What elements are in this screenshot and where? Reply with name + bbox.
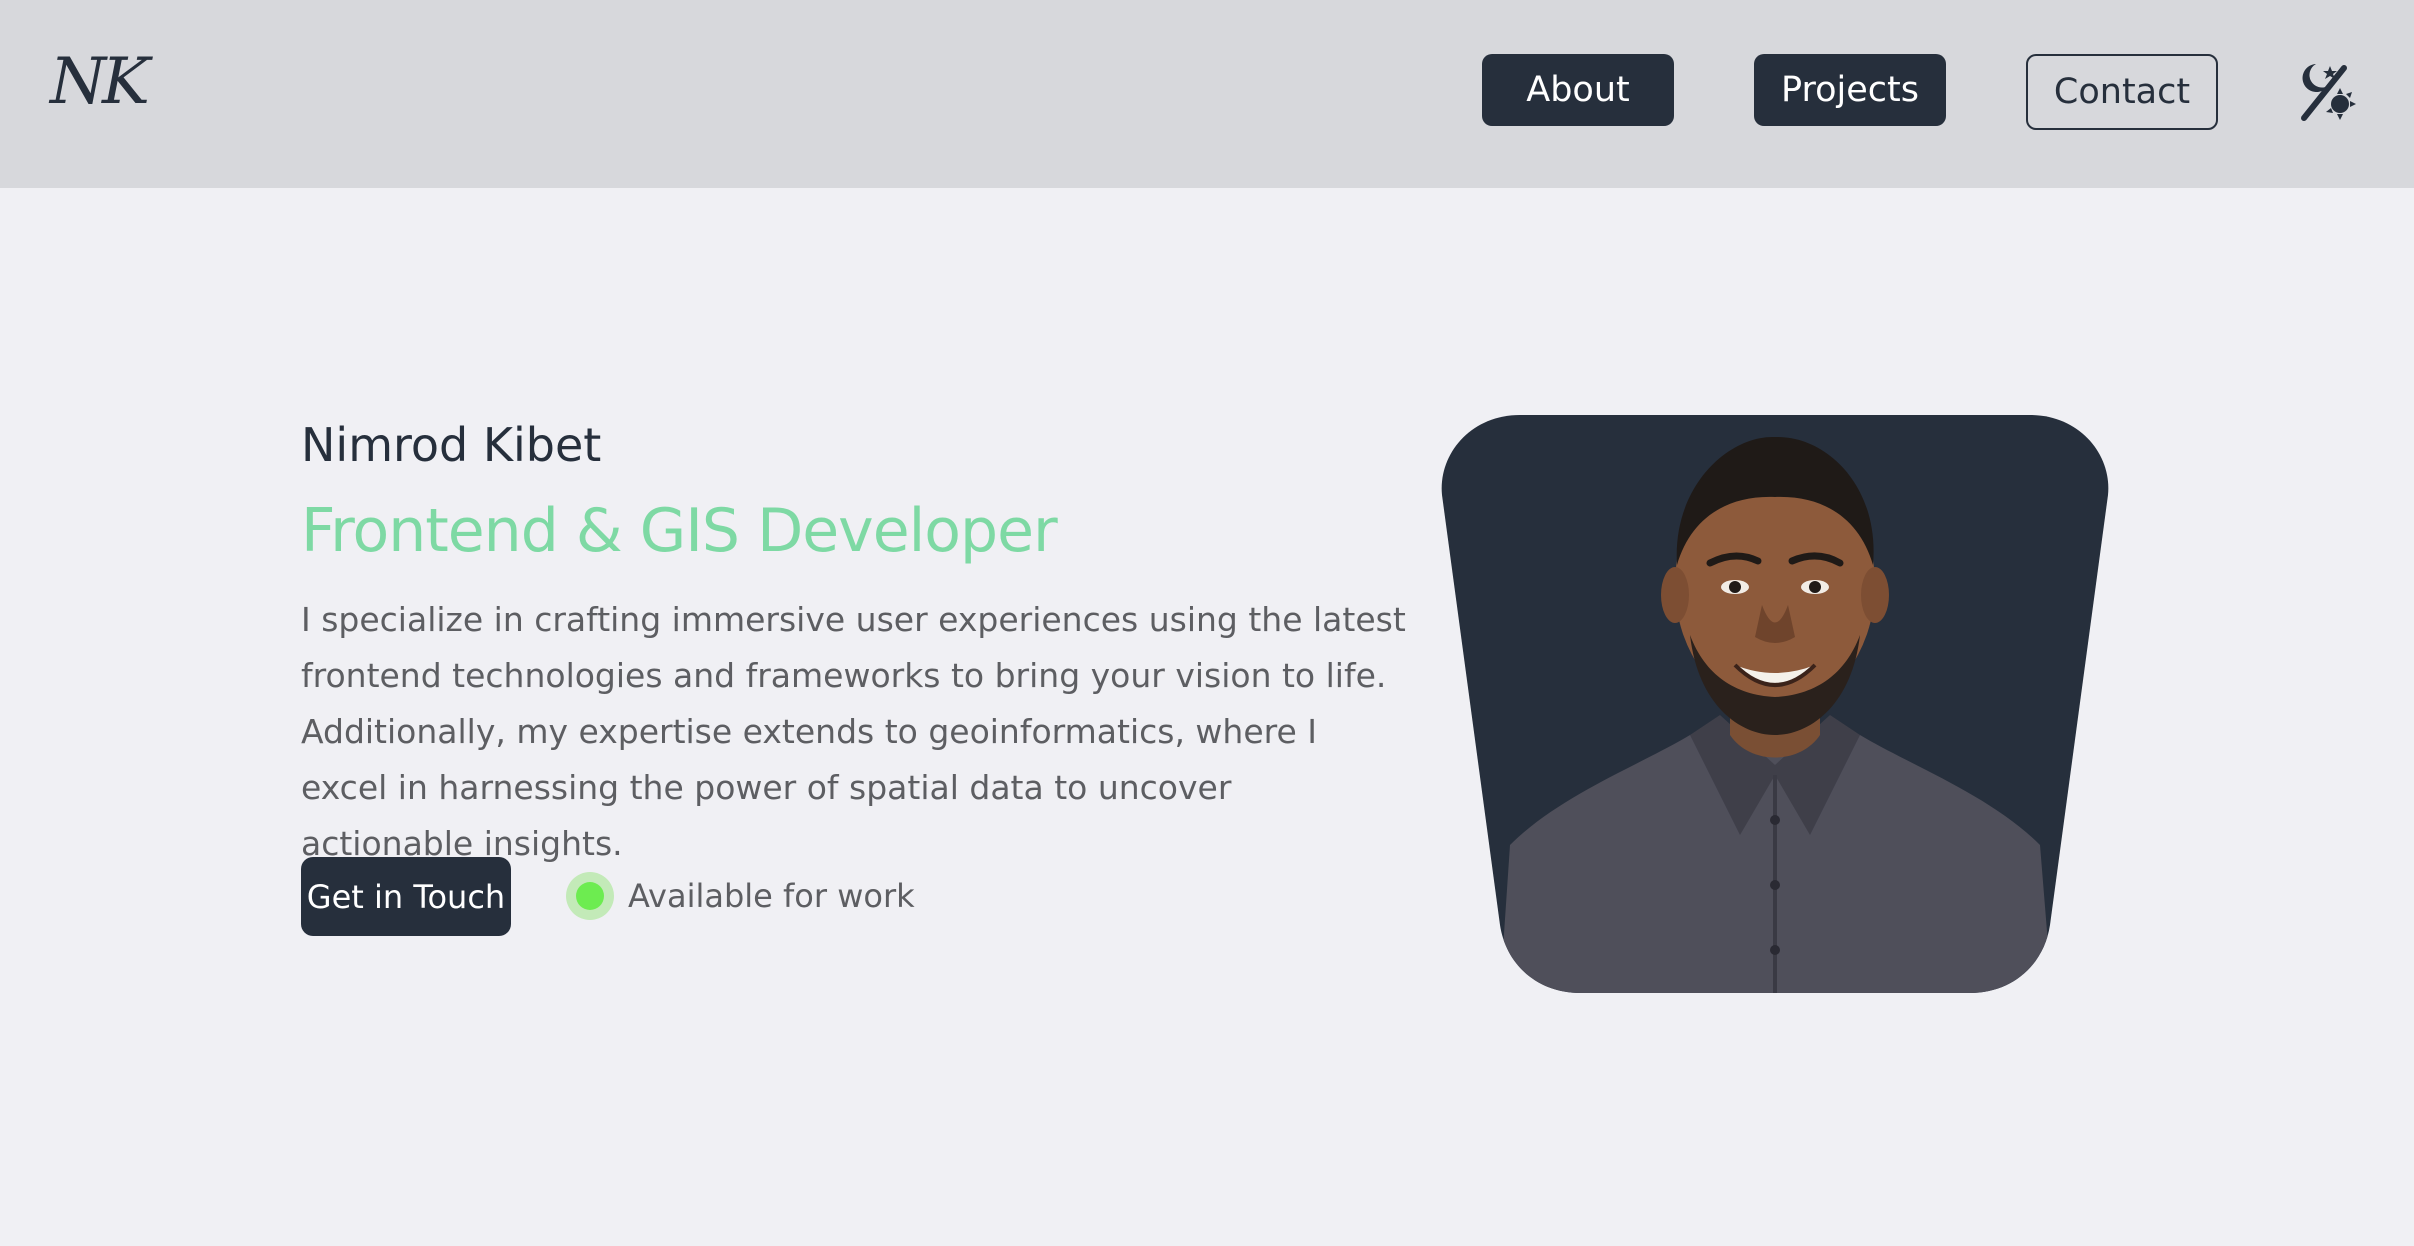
nav-contact-button[interactable]: Contact: [2026, 54, 2218, 130]
site-header: NK About Projects Contact: [0, 0, 2414, 188]
nav-projects-button[interactable]: Projects: [1754, 54, 1946, 126]
profile-photo: [1441, 415, 2109, 993]
theme-toggle-button[interactable]: [2294, 60, 2358, 124]
get-in-touch-button[interactable]: Get in Touch: [301, 857, 511, 936]
status-indicator-icon: [566, 872, 614, 920]
hero-role-title: Frontend & GIS Developer: [301, 496, 1058, 566]
hero-bio-text: I specialize in crafting immersive user …: [301, 600, 1406, 863]
hero-name: Nimrod Kibet: [301, 418, 602, 472]
status-label: Available for work: [628, 877, 915, 915]
availability-status: Available for work: [566, 872, 915, 920]
theme-toggle-icon: [2301, 64, 2356, 121]
site-logo[interactable]: NK: [50, 50, 150, 114]
nav-about-button[interactable]: About: [1482, 54, 1674, 126]
